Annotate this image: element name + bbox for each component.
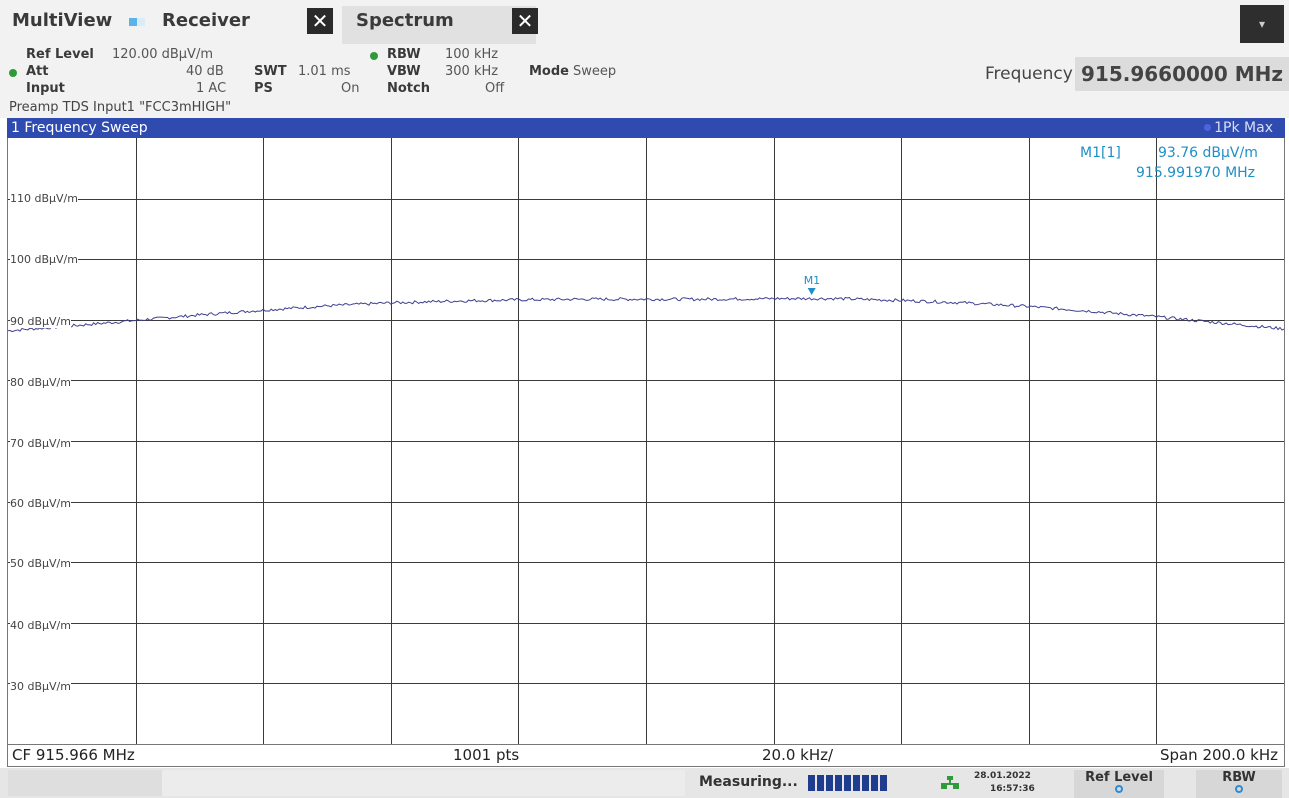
trace-label: 1Pk Max <box>1204 118 1273 138</box>
vbw-label: VBW <box>387 64 421 79</box>
progress-segment <box>853 775 860 791</box>
spectrum-chart-svg: M1 <box>8 138 1284 744</box>
network-icon <box>941 776 959 789</box>
sweep-progress-bar <box>808 775 890 791</box>
marker-m1-label: M1 <box>804 274 821 287</box>
notch-value: Off <box>485 81 505 96</box>
vbw-value: 300 kHz <box>445 64 499 79</box>
multiview-tab[interactable]: MultiView <box>12 10 112 31</box>
rbw-label: RBW <box>387 47 421 62</box>
ref-level-value: 120.00 dBµV/m <box>112 47 213 62</box>
marker-name: M1[1] <box>1080 145 1121 161</box>
input-value: 1 AC <box>196 81 227 96</box>
close-spectrum-tab-icon[interactable]: ✕ <box>512 8 538 34</box>
frequency-per-division: 20.0 kHz/ <box>762 746 834 764</box>
multiview-icon <box>129 18 137 26</box>
mode-label: Mode <box>529 64 569 79</box>
multiview-icon-part <box>137 18 145 26</box>
center-frequency: CF 915.966 MHz <box>12 746 135 764</box>
status-date: 28.01.2022 <box>974 771 1031 781</box>
diagram-title-bar: 1 Frequency Sweep 1Pk Max <box>7 118 1285 138</box>
spectrum-plot[interactable]: M1 <box>7 138 1285 745</box>
y-tick-label: 100 dBµV/m <box>10 253 78 266</box>
ps-value: On <box>341 81 360 96</box>
sweep-points: 1001 pts <box>453 746 520 764</box>
span-value: Span 200.0 kHz <box>1159 746 1278 764</box>
progress-segment <box>835 775 842 791</box>
tab-spectrum[interactable]: Spectrum <box>356 10 454 31</box>
progress-segment <box>871 775 878 791</box>
progress-segment <box>862 775 869 791</box>
y-tick-label: 50 dBµV/m <box>10 557 71 570</box>
rbw-softkey-label: RBW <box>1222 770 1256 785</box>
top-tab-bar: MultiView Receiver ✕ Spectrum ✕ ▾ <box>0 0 1289 44</box>
att-value: 40 dB <box>186 64 224 79</box>
rbw-indicator-icon <box>370 52 378 60</box>
notch-label: Notch <box>387 81 430 96</box>
input-label: Input <box>26 81 65 96</box>
rbw-value: 100 kHz <box>445 47 499 62</box>
ref-level-softkey-indicator-icon <box>1115 785 1123 793</box>
swt-label: SWT <box>254 64 287 79</box>
trace-indicator-icon <box>1204 124 1212 131</box>
y-tick-label: 80 dBµV/m <box>10 376 71 389</box>
ps-label: PS <box>254 81 273 96</box>
measuring-status: Measuring... <box>699 774 798 790</box>
marker-m1-icon <box>807 288 816 296</box>
preamp-info: Preamp TDS Input1 "FCC3mHIGH" <box>9 100 232 115</box>
att-indicator-icon <box>9 69 17 77</box>
y-tick-label: 40 dBµV/m <box>10 619 71 632</box>
progress-segment <box>880 775 887 791</box>
swt-value: 1.01 ms <box>298 64 351 79</box>
progress-segment <box>817 775 824 791</box>
marker-frequency: 915.991970 MHz <box>1136 165 1256 181</box>
diagram-title: 1 Frequency Sweep <box>11 120 148 136</box>
y-tick-label: 90 dBµV/m <box>10 315 71 328</box>
status-pane-left <box>8 770 162 796</box>
marker-level: 93.76 dBµV/m <box>1158 145 1258 161</box>
dropdown-menu-button[interactable]: ▾ <box>1240 5 1284 43</box>
ref-level-softkey[interactable]: Ref Level <box>1074 770 1164 798</box>
y-tick-label: 110 dBµV/m <box>10 192 78 205</box>
close-receiver-tab-icon[interactable]: ✕ <box>307 8 333 34</box>
frequency-label: Frequency <box>985 64 1073 84</box>
progress-segment <box>844 775 851 791</box>
att-label: Att <box>26 64 49 79</box>
status-pane-middle <box>162 770 685 796</box>
mode-value: Sweep <box>573 64 617 79</box>
progress-segment <box>808 775 815 791</box>
measurement-settings-panel: Ref Level 120.00 dBµV/m Att 40 dB SWT 1.… <box>0 44 1289 118</box>
status-bar: Measuring... 28.01.2022 16:57:36 Ref Lev… <box>0 768 1289 798</box>
y-tick-label: 30 dBµV/m <box>10 680 71 693</box>
tab-receiver[interactable]: Receiver <box>162 10 250 31</box>
progress-segment <box>826 775 833 791</box>
ref-level-label: Ref Level <box>26 47 94 62</box>
diagram-footer: CF 915.966 MHz 1001 pts 20.0 kHz/ Span 2… <box>7 745 1285 767</box>
rbw-softkey-indicator-icon <box>1235 785 1243 793</box>
y-tick-label: 60 dBµV/m <box>10 497 71 510</box>
trace-label-text: 1Pk Max <box>1214 120 1273 136</box>
status-time: 16:57:36 <box>990 784 1035 794</box>
y-tick-label: 70 dBµV/m <box>10 437 71 450</box>
ref-level-softkey-label: Ref Level <box>1085 770 1153 785</box>
rbw-softkey[interactable]: RBW <box>1196 770 1282 798</box>
frequency-value-field[interactable]: 915.9660000 MHz <box>1075 57 1289 91</box>
